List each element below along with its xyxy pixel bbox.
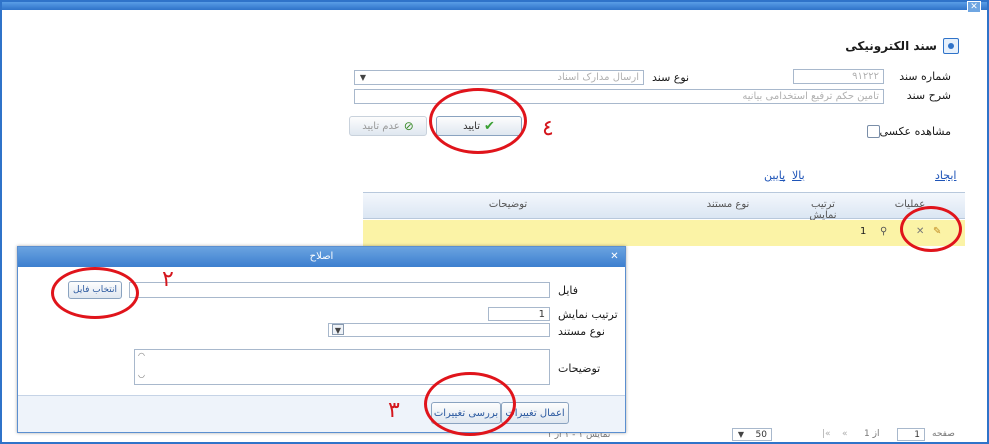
file-path-field[interactable]	[129, 282, 550, 298]
pager-last-icon[interactable]: »|	[822, 429, 831, 439]
edit-dialog-title: اصلاح	[309, 251, 334, 262]
chevron-down-icon: ▼	[359, 73, 367, 82]
doc-number-field[interactable]: ۹۱۲۲۲	[793, 69, 884, 84]
grid-header-description: توضیحات	[488, 199, 528, 210]
page-title: سند الکترونیکی	[845, 38, 959, 54]
file-label: فایل	[558, 284, 579, 297]
pager-page-input[interactable]: 1	[897, 428, 925, 441]
display-order-label: ترتیب نمایش	[558, 308, 618, 321]
chevron-down-icon: ▼	[332, 324, 344, 335]
annotation-circle-confirm	[429, 88, 527, 154]
new-link[interactable]: ایجاد	[935, 169, 956, 182]
move-up-link[interactable]: بالا	[792, 169, 805, 182]
row-order-value: 1	[860, 226, 867, 237]
page-title-text: سند الکترونیکی	[845, 39, 937, 53]
cancel-icon: ⊘	[403, 119, 414, 133]
reverse-view-checkbox[interactable]	[867, 125, 880, 138]
annotation-number-4: ٤	[542, 116, 554, 141]
annotation-circle-select-file	[51, 267, 139, 319]
document-icon	[943, 38, 959, 54]
attachment-type-select[interactable]: ▼	[328, 323, 550, 337]
pager-page-label: صفحه	[932, 429, 955, 439]
grid-header-order: ترتیب نمایش	[809, 199, 837, 221]
table-row[interactable]: ✎ ✕ ⚲ 1	[363, 220, 965, 246]
attachment-type-label: نوع مستند	[558, 325, 605, 338]
edit-dialog-titlebar: اصلاح ✕	[18, 247, 625, 267]
window-close-icon[interactable]: ✕	[967, 1, 981, 13]
grid-header-doc-type: نوع مستند	[706, 199, 750, 210]
pager-of-label: از 1	[864, 429, 880, 439]
doc-type-select[interactable]: ارسال مدارک اسناد ▼	[354, 70, 644, 85]
reverse-view-label: مشاهده عکسی	[879, 125, 951, 138]
doc-type-value: ارسال مدارک اسناد	[557, 72, 640, 83]
display-order-field[interactable]: 1	[488, 307, 550, 321]
cancel-confirm-button[interactable]: ⊘ عدم تایید	[349, 116, 427, 136]
chevron-down-icon: ▼	[737, 430, 745, 439]
pager-next-icon[interactable]: »	[842, 429, 848, 439]
view-magnifier-icon[interactable]: ⚲	[880, 226, 887, 237]
pager-size-select[interactable]: 50 ▼	[732, 428, 772, 441]
doc-type-label: نوع سند	[652, 71, 690, 84]
edit-dialog-footer: اعمال تغییرات بررسی تغییرات	[18, 395, 625, 432]
move-down-link[interactable]: پایین	[764, 169, 785, 182]
grid-header: عملیات ترتیب نمایش نوع مستند توضیحات	[363, 192, 965, 221]
pager: صفحه 1 از 1 » »| 50 ▼	[602, 428, 972, 443]
doc-number-label: شماره سند	[899, 70, 951, 83]
document-window: ✕ سند الکترونیکی شماره سند ۹۱۲۲۲ نوع سند…	[0, 0, 989, 444]
annotation-number-2: ٢	[162, 267, 174, 292]
annotation-number-3: ٣	[388, 398, 400, 423]
description-label: توضیحات	[558, 362, 601, 375]
scroll-up-icon[interactable]: ◠	[138, 351, 145, 360]
window-titlebar	[2, 2, 987, 10]
annotation-circle-edit	[900, 206, 962, 252]
annotation-circle-apply	[424, 372, 516, 436]
cancel-confirm-label: عدم تایید	[362, 120, 400, 132]
doc-description-label: شرح سند	[906, 89, 951, 102]
doc-description-field[interactable]: تامین حکم ترفیع استخدامی بیانیه	[354, 89, 884, 104]
scroll-down-icon[interactable]: ◡	[138, 370, 145, 379]
close-icon[interactable]: ✕	[608, 250, 621, 263]
pager-size-value: 50	[755, 430, 767, 440]
